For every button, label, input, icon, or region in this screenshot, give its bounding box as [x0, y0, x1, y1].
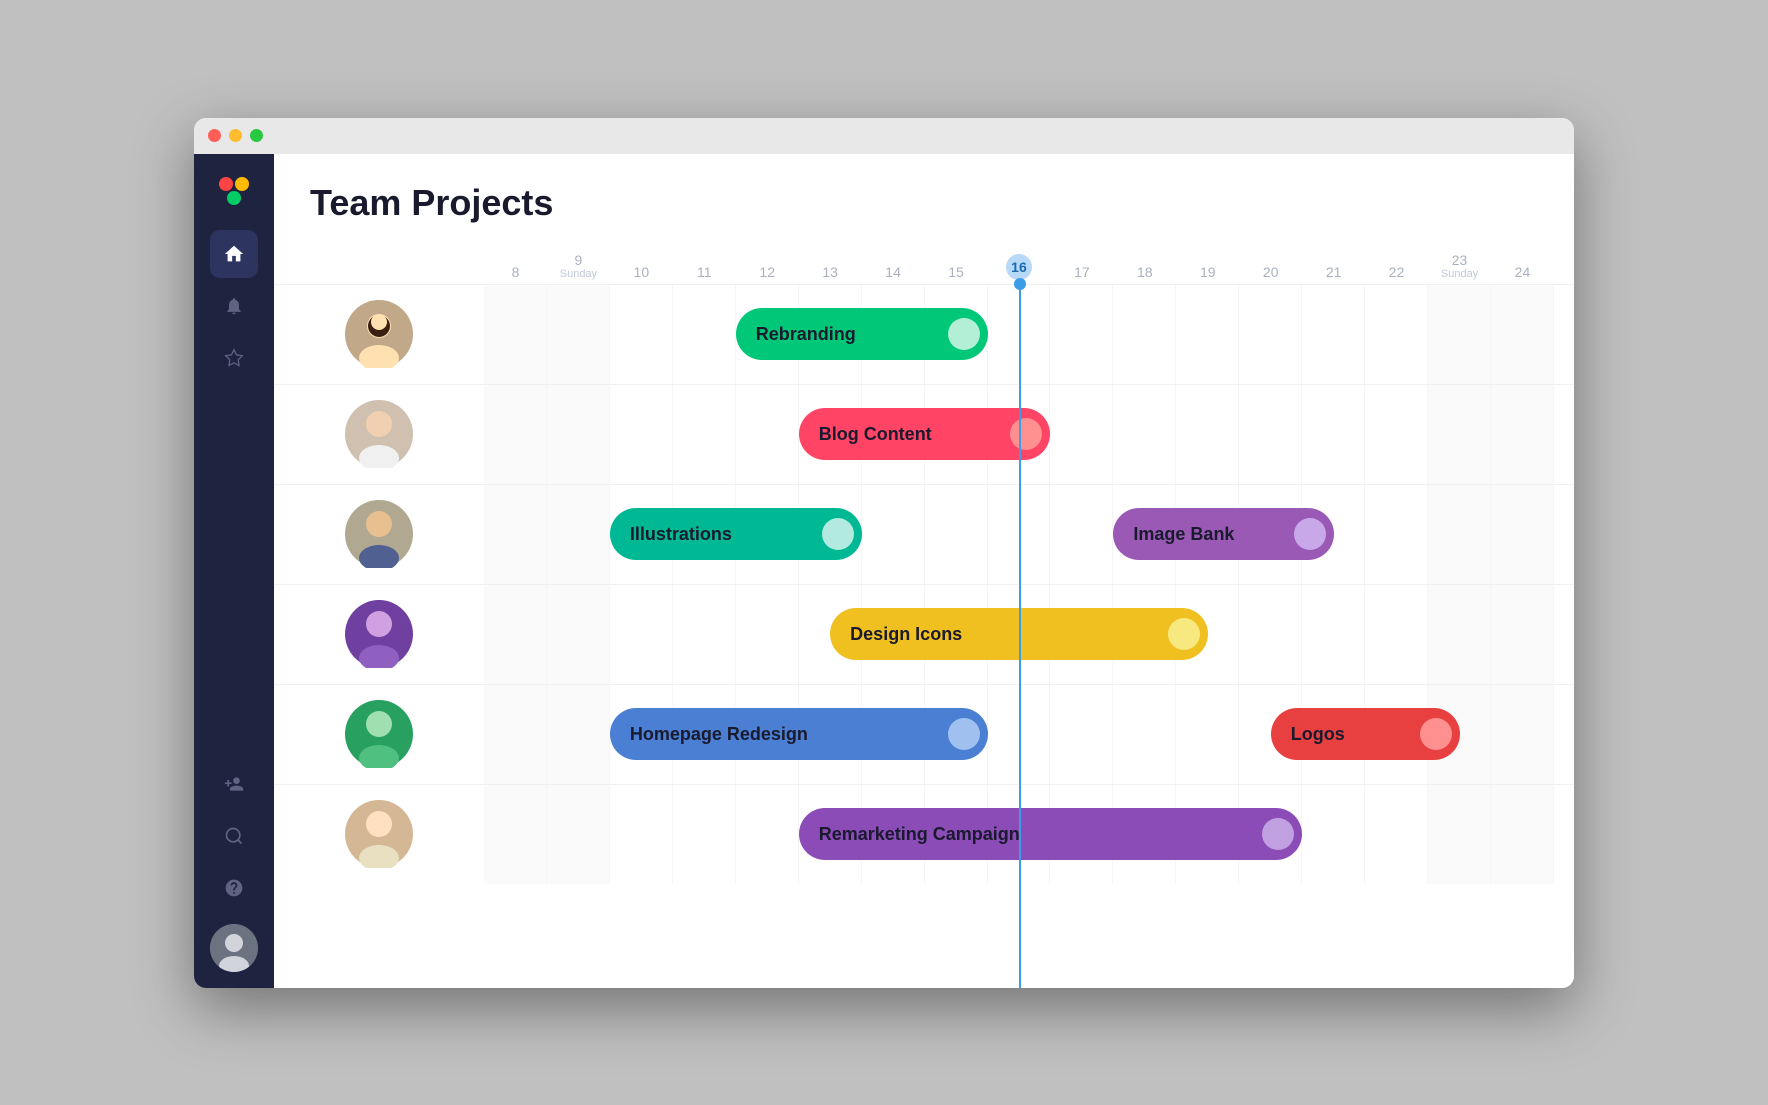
gantt-row-rebranding: Rebranding — [274, 284, 1574, 384]
task-bar-illustrations[interactable]: Illustrations — [610, 508, 862, 560]
timeline-day-11: 11 — [673, 264, 736, 280]
sidebar-item-add-user[interactable] — [210, 760, 258, 808]
row-grid-illustrations: Illustrations Image Bank — [484, 485, 1554, 584]
task-label-rebranding: Rebranding — [756, 324, 856, 345]
sidebar-item-favorites[interactable] — [210, 334, 258, 382]
sidebar-item-notifications[interactable] — [210, 282, 258, 330]
page-header: Team Projects — [274, 154, 1574, 240]
row-avatar-homepage-redesign — [274, 700, 484, 768]
gantt-rows: Rebranding Blog Content Illustrations Image… — [274, 284, 1574, 988]
timeline-day-18: 18 — [1113, 264, 1176, 280]
timeline-day-20: 20 — [1239, 264, 1302, 280]
row-grid-remarketing: Remarketing Campaign — [484, 785, 1554, 884]
task-label-blog-content: Blog Content — [819, 424, 932, 445]
row-grid-design-icons: Design Icons — [484, 585, 1554, 684]
task-label-homepage-redesign: Homepage Redesign — [630, 724, 808, 745]
minimize-button[interactable] — [229, 129, 242, 142]
close-button[interactable] — [208, 129, 221, 142]
task-label-logos: Logos — [1291, 724, 1345, 745]
titlebar — [194, 118, 1574, 154]
app-window: Team Projects 89Sunday101112131415161718… — [194, 118, 1574, 988]
app-body: Team Projects 89Sunday101112131415161718… — [194, 154, 1574, 988]
row-avatar-design-icons — [274, 600, 484, 668]
timeline-day-23: 23Sunday — [1428, 252, 1491, 280]
task-bar-logos[interactable]: Logos — [1271, 708, 1460, 760]
row-avatar-remarketing — [274, 800, 484, 868]
timeline-day-17: 17 — [1050, 264, 1113, 280]
sidebar-item-help[interactable] — [210, 864, 258, 912]
task-label-illustrations: Illustrations — [630, 524, 732, 545]
timeline-day-16: 16 — [988, 254, 1051, 280]
page-title: Team Projects — [310, 182, 1538, 224]
sidebar-item-search[interactable] — [210, 812, 258, 860]
timeline-day-24: 24 — [1491, 264, 1554, 280]
timeline-day-14: 14 — [862, 264, 925, 280]
maximize-button[interactable] — [250, 129, 263, 142]
task-label-remarketing-campaign: Remarketing Campaign — [819, 824, 1020, 845]
task-dot-remarketing-campaign — [1262, 818, 1294, 850]
gantt-row-blog-content: Blog Content — [274, 384, 1574, 484]
gantt-row-homepage-redesign: Homepage Redesign Logos — [274, 684, 1574, 784]
timeline-day-22: 22 — [1365, 264, 1428, 280]
user-avatar[interactable] — [210, 924, 258, 972]
gantt-row-illustrations: Illustrations Image Bank — [274, 484, 1574, 584]
gantt-row-remarketing: Remarketing Campaign — [274, 784, 1574, 884]
task-dot-blog-content — [1010, 418, 1042, 450]
task-label-image-bank: Image Bank — [1133, 524, 1234, 545]
task-bar-image-bank[interactable]: Image Bank — [1113, 508, 1333, 560]
task-dot-design-icons — [1168, 618, 1200, 650]
sidebar-item-home[interactable] — [210, 230, 258, 278]
task-dot-image-bank — [1294, 518, 1326, 550]
timeline-day-12: 12 — [736, 264, 799, 280]
main-content: Team Projects 89Sunday101112131415161718… — [274, 154, 1574, 988]
sidebar — [194, 154, 274, 988]
task-dot-logos — [1420, 718, 1452, 750]
row-avatar-blog-content — [274, 400, 484, 468]
task-bar-design-icons[interactable]: Design Icons — [830, 608, 1208, 660]
task-bar-rebranding[interactable]: Rebranding — [736, 308, 988, 360]
logo[interactable] — [212, 170, 256, 214]
timeline-day-19: 19 — [1176, 264, 1239, 280]
timeline-day-13: 13 — [799, 264, 862, 280]
task-dot-illustrations — [822, 518, 854, 550]
task-bar-blog-content[interactable]: Blog Content — [799, 408, 1051, 460]
row-grid-blog-content: Blog Content — [484, 385, 1554, 484]
row-grid-homepage-redesign: Homepage Redesign Logos — [484, 685, 1554, 784]
task-bar-remarketing-campaign[interactable]: Remarketing Campaign — [799, 808, 1303, 860]
row-avatar-rebranding — [274, 300, 484, 368]
task-bar-homepage-redesign[interactable]: Homepage Redesign — [610, 708, 988, 760]
row-grid-rebranding: Rebranding — [484, 285, 1554, 384]
gantt-row-design-icons: Design Icons — [274, 584, 1574, 684]
timeline-day-9: 9Sunday — [547, 252, 610, 280]
timeline-day-15: 15 — [925, 264, 988, 280]
gantt-area: 89Sunday1011121314151617181920212223Sund… — [274, 240, 1574, 988]
timeline-day-8: 8 — [484, 264, 547, 280]
task-label-design-icons: Design Icons — [850, 624, 962, 645]
task-dot-rebranding — [948, 318, 980, 350]
timeline-day-21: 21 — [1302, 264, 1365, 280]
row-avatar-illustrations — [274, 500, 484, 568]
timeline-day-10: 10 — [610, 264, 673, 280]
timeline-header: 89Sunday1011121314151617181920212223Sund… — [484, 240, 1554, 284]
task-dot-homepage-redesign — [948, 718, 980, 750]
